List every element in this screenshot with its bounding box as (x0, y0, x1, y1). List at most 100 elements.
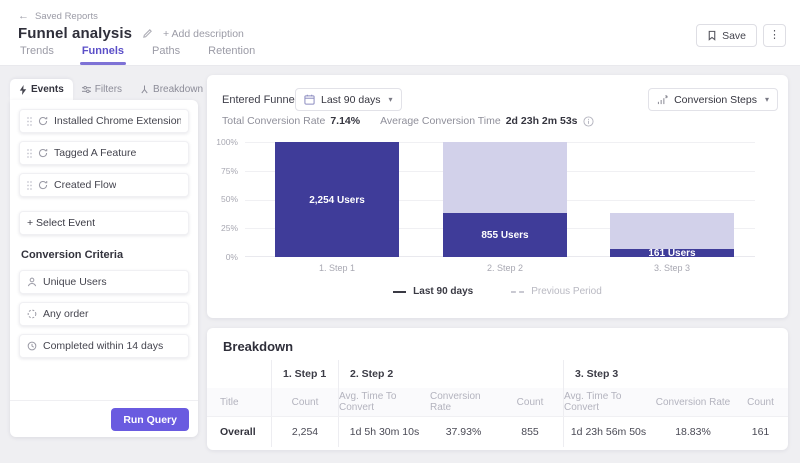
x-axis-tick: 3. Step 3 (653, 263, 691, 273)
sync-icon (38, 180, 48, 190)
sidebar-footer: Run Query (10, 400, 198, 437)
criteria-label: Completed within 14 days (43, 340, 164, 352)
funnel-bar-step-1[interactable]: 2,254 Users (275, 142, 399, 257)
avg-time-value: 2d 23h 2m 53s (505, 115, 578, 127)
calendar-icon (304, 94, 315, 105)
date-range-dropdown[interactable]: Last 90 days ▾ (295, 88, 402, 111)
app-header: ← Saved Reports Funnel analysis + Add de… (0, 0, 800, 66)
drag-handle-icon[interactable] (27, 116, 32, 126)
conversion-stats: Total Conversion Rate 7.14% Average Conv… (222, 115, 594, 127)
event-item-label: Installed Chrome Extension (54, 115, 181, 127)
event-item-3[interactable]: Created Flow (19, 173, 189, 197)
y-axis-tick: 100% (216, 137, 238, 147)
column-header-row: Title Count Avg. Time To Convert Convers… (207, 388, 788, 416)
view-selector-value: Conversion Steps (674, 93, 757, 106)
funnel-analysis-app: ← Saved Reports Funnel analysis + Add de… (0, 0, 800, 463)
breakdown-table: 1. Step 1 2. Step 2 3. Step 3 Title Coun… (207, 360, 788, 447)
zap-icon (19, 84, 27, 95)
chevron-down-icon: ▾ (388, 95, 393, 104)
col-count-1: Count (271, 388, 338, 416)
run-query-button[interactable]: Run Query (111, 408, 189, 431)
group-step-3: 3. Step 3 (563, 360, 788, 388)
funnel-bar-step-2[interactable]: 855 Users (443, 142, 567, 257)
tab-funnels[interactable]: Funnels (79, 39, 127, 65)
total-rate-label: Total Conversion Rate (222, 115, 326, 127)
breakdown-title: Breakdown (223, 339, 294, 354)
bar-users-label: 855 Users (481, 230, 529, 242)
tab-paths[interactable]: Paths (150, 39, 182, 65)
row-title: Overall (220, 426, 256, 438)
solid-line-icon (393, 290, 407, 293)
chart-legend: Last 90 days Previous Period (207, 286, 788, 297)
x-axis-tick: 1. Step 1 (318, 263, 356, 273)
pencil-icon (142, 28, 153, 39)
total-rate-value: 7.14% (330, 115, 361, 127)
criteria-unique-users[interactable]: Unique Users (19, 270, 189, 294)
event-item-label: Created Flow (54, 179, 117, 191)
tab-trends[interactable]: Trends (18, 39, 56, 65)
col-conversion-rate-3: Conversion Rate (655, 396, 731, 408)
clock-icon (27, 341, 37, 351)
kebab-icon: ⋮ (769, 29, 780, 41)
tab-filters[interactable]: Filters (73, 79, 131, 100)
avg-time-label: Average Conversion Time (380, 115, 501, 127)
kebab-menu-button[interactable]: ⋮ (763, 24, 786, 47)
criteria-any-order[interactable]: Any order (19, 302, 189, 326)
sync-icon (38, 148, 48, 158)
legend-label: Previous Period (531, 286, 602, 297)
legend-current-period[interactable]: Last 90 days (393, 286, 473, 297)
funnel-chart-panel: Entered Funnel Last 90 days ▾ Conversion… (207, 75, 788, 318)
criteria-label: Any order (43, 308, 89, 320)
group-step-1: 1. Step 1 (271, 360, 338, 388)
save-button[interactable]: Save (696, 24, 757, 47)
report-tabs: Trends Funnels Paths Retention (18, 39, 257, 65)
view-selector-dropdown[interactable]: Conversion Steps ▾ (648, 88, 778, 111)
select-event-label: + Select Event (27, 217, 95, 229)
tab-breakdown[interactable]: Breakdown (131, 79, 212, 100)
save-button-label: Save (722, 29, 746, 42)
group-step-2: 2. Step 2 (338, 360, 563, 388)
dashed-circle-icon (27, 309, 37, 319)
breakdown-panel: Breakdown 1. Step 1 2. Step 2 3. Step 3 … (207, 328, 788, 450)
back-link-label: Saved Reports (35, 10, 98, 22)
info-icon[interactable] (582, 115, 594, 127)
tab-retention[interactable]: Retention (206, 39, 257, 65)
criteria-completed-within[interactable]: Completed within 14 days (19, 334, 189, 358)
tab-events[interactable]: Events (10, 79, 73, 100)
user-icon (27, 277, 37, 287)
conversion-criteria-title: Conversion Criteria (21, 249, 124, 261)
steps-chart-icon (657, 94, 668, 105)
cell-avg-time-2: 1d 5h 30m 10s (338, 417, 430, 447)
back-link[interactable]: ← Saved Reports (18, 10, 98, 22)
back-arrow-icon: ← (18, 10, 29, 22)
cell-count-1: 2,254 (271, 417, 338, 447)
col-title: Title (220, 396, 239, 408)
col-count-2: Count (516, 396, 544, 408)
cell-count-3: 161 (751, 426, 770, 438)
sync-icon (38, 116, 48, 126)
bookmark-icon (707, 30, 717, 41)
drag-handle-icon[interactable] (27, 148, 32, 158)
edit-title-button[interactable] (142, 28, 153, 39)
select-event-button[interactable]: + Select Event (19, 211, 189, 235)
cell-conversion-rate-3: 18.83% (675, 426, 711, 438)
cell-conversion-rate-2: 37.93% (445, 426, 482, 438)
drag-handle-icon[interactable] (27, 180, 32, 190)
fork-icon (140, 85, 149, 94)
sliders-icon (81, 85, 91, 94)
legend-previous-period[interactable]: Previous Period (511, 286, 602, 297)
y-axis-tick: 0% (225, 252, 238, 262)
y-axis-tick: 25% (220, 223, 238, 233)
x-axis-tick: 2. Step 2 (486, 263, 524, 273)
funnel-plot-area: 2,254 Users 855 Users 161 Users (245, 142, 755, 259)
funnel-bar-step-3[interactable]: 161 Users (610, 142, 734, 259)
y-axis-tick: 50% (220, 194, 238, 204)
bar-users-label: 2,254 Users (309, 194, 365, 206)
legend-label: Last 90 days (413, 286, 474, 297)
event-item-1[interactable]: Installed Chrome Extension (19, 109, 189, 133)
tab-events-label: Events (31, 84, 64, 95)
add-description-button[interactable]: + Add description (163, 28, 244, 40)
event-item-2[interactable]: Tagged A Feature (19, 141, 189, 165)
table-row-overall[interactable]: Overall 2,254 1d 5h 30m 10s 37.93% 855 1… (207, 416, 788, 447)
bar-users-label: 161 Users (648, 247, 696, 259)
